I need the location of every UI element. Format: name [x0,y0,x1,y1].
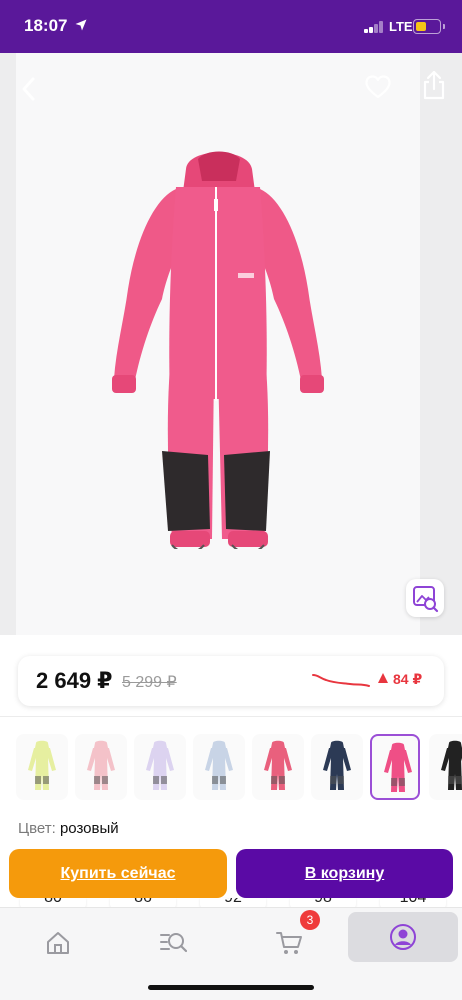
status-bar: 18:07 LTE [0,0,462,53]
image-search-icon[interactable] [406,579,444,617]
price-current: 2 649 ₽ [36,668,113,693]
variant-thumbnail[interactable] [252,734,304,800]
price-delta: 84 ₽ [393,671,423,687]
size-chip-label: 92 [200,898,266,907]
price-history-sparkline [312,674,370,687]
profile-icon [390,924,416,950]
home-icon [47,932,69,954]
variant-thumbnail[interactable] [75,734,127,800]
signal-bars-icon [364,21,384,33]
product-image-area[interactable] [0,53,462,635]
overall-thumbnail-image [146,740,174,790]
battery-cap [443,24,445,29]
cart-icon [276,932,302,954]
overall-thumbnail-image [384,742,412,792]
battery-icon [413,19,441,34]
network-type: LTE [389,19,413,34]
status-time: 18:07 [24,16,68,35]
variant-thumbnail[interactable] [429,734,462,800]
price-old: 5 299 ₽ [122,674,177,691]
add-to-cart-button[interactable]: В корзину [236,849,453,898]
overall-thumbnail-image [28,740,56,790]
size-chip-label: 80 [20,898,86,907]
catalog-search-icon [160,933,187,953]
variant-thumbnail[interactable] [134,734,186,800]
overall-thumbnail-image [264,740,292,790]
size-chip-label: 86 [110,898,176,907]
overall-thumbnail-image [441,740,462,790]
nav-catalog-search[interactable] [145,918,201,964]
buy-now-button[interactable]: Купить сейчас [9,849,227,898]
cart-badge: 3 [300,910,320,930]
heart-outline-icon[interactable] [364,73,392,101]
divider [0,716,462,717]
nav-profile[interactable] [348,912,458,962]
variant-thumbnail[interactable] [16,734,68,800]
variant-thumbnail[interactable] [193,734,245,800]
size-chip-label: 98 [290,898,356,907]
overall-thumbnail-image [87,740,115,790]
size-chip-label: 104 [380,898,446,907]
product-photo-pink-overall [112,151,324,549]
home-indicator [148,985,314,990]
share-icon[interactable] [420,69,448,101]
color-value: розовый [59,820,119,837]
triangle-up-icon [378,673,388,683]
nav-home[interactable] [30,918,86,964]
chevron-left-icon[interactable] [16,73,42,105]
variant-thumbnail[interactable] [311,734,363,800]
price-card[interactable]: 2 649 ₽ 5 299 ₽ 84 ₽ [18,656,444,706]
color-label: Цвет: [18,820,56,837]
overall-thumbnail-image [323,740,351,790]
variant-thumbnail[interactable] [370,734,420,800]
overall-thumbnail-image [205,740,233,790]
location-arrow-icon [75,19,87,31]
color-line: Цвет: розовый [18,820,119,837]
